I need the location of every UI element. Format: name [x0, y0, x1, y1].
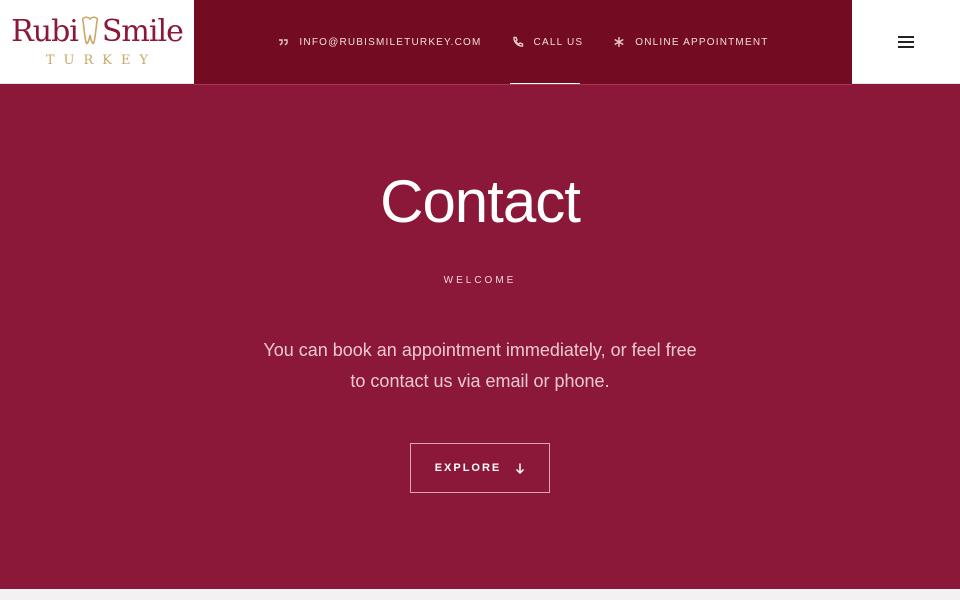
hero-kicker: WELCOME [443, 275, 517, 286]
logo-word-left: Rubi [11, 14, 79, 49]
email-link-label: INFO@RUBISMILETURKEY.COM [299, 36, 482, 48]
explore-button[interactable]: EXPLORE [410, 443, 550, 493]
menu-area [852, 0, 960, 84]
arrow-down-icon [516, 463, 525, 474]
logo-wordmark: Rubi Smile [11, 14, 184, 49]
asterisk-icon [614, 37, 624, 47]
call-us-link[interactable]: CALL US [512, 36, 584, 48]
top-contact-bar: INFO@RUBISMILETURKEY.COM CALL US ONLINE … [194, 0, 852, 85]
page-title: Contact [380, 168, 581, 235]
hamburger-menu-icon[interactable] [898, 35, 914, 48]
hero-section: Contact WELCOME You can book an appointm… [0, 85, 960, 589]
logo-word-right: Smile [101, 14, 184, 49]
call-us-label: CALL US [533, 36, 584, 48]
logo-subtitle: TURKEY [45, 53, 158, 68]
phone-icon [512, 36, 523, 47]
explore-button-label: EXPLORE [434, 462, 502, 474]
online-appointment-label: ONLINE APPOINTMENT [635, 36, 769, 48]
site-header: Rubi Smile TURKEY INFO@RUBISMILETURKEY.C… [0, 0, 960, 85]
quote-icon [279, 39, 289, 46]
logo[interactable]: Rubi Smile TURKEY [0, 0, 194, 84]
email-link[interactable]: INFO@RUBISMILETURKEY.COM [277, 36, 481, 48]
hero-description: You can book an appointment immediately,… [263, 340, 697, 391]
footer-strip [0, 589, 960, 600]
tooth-icon [81, 16, 99, 45]
online-appointment-link[interactable]: ONLINE APPOINTMENT [613, 36, 768, 48]
